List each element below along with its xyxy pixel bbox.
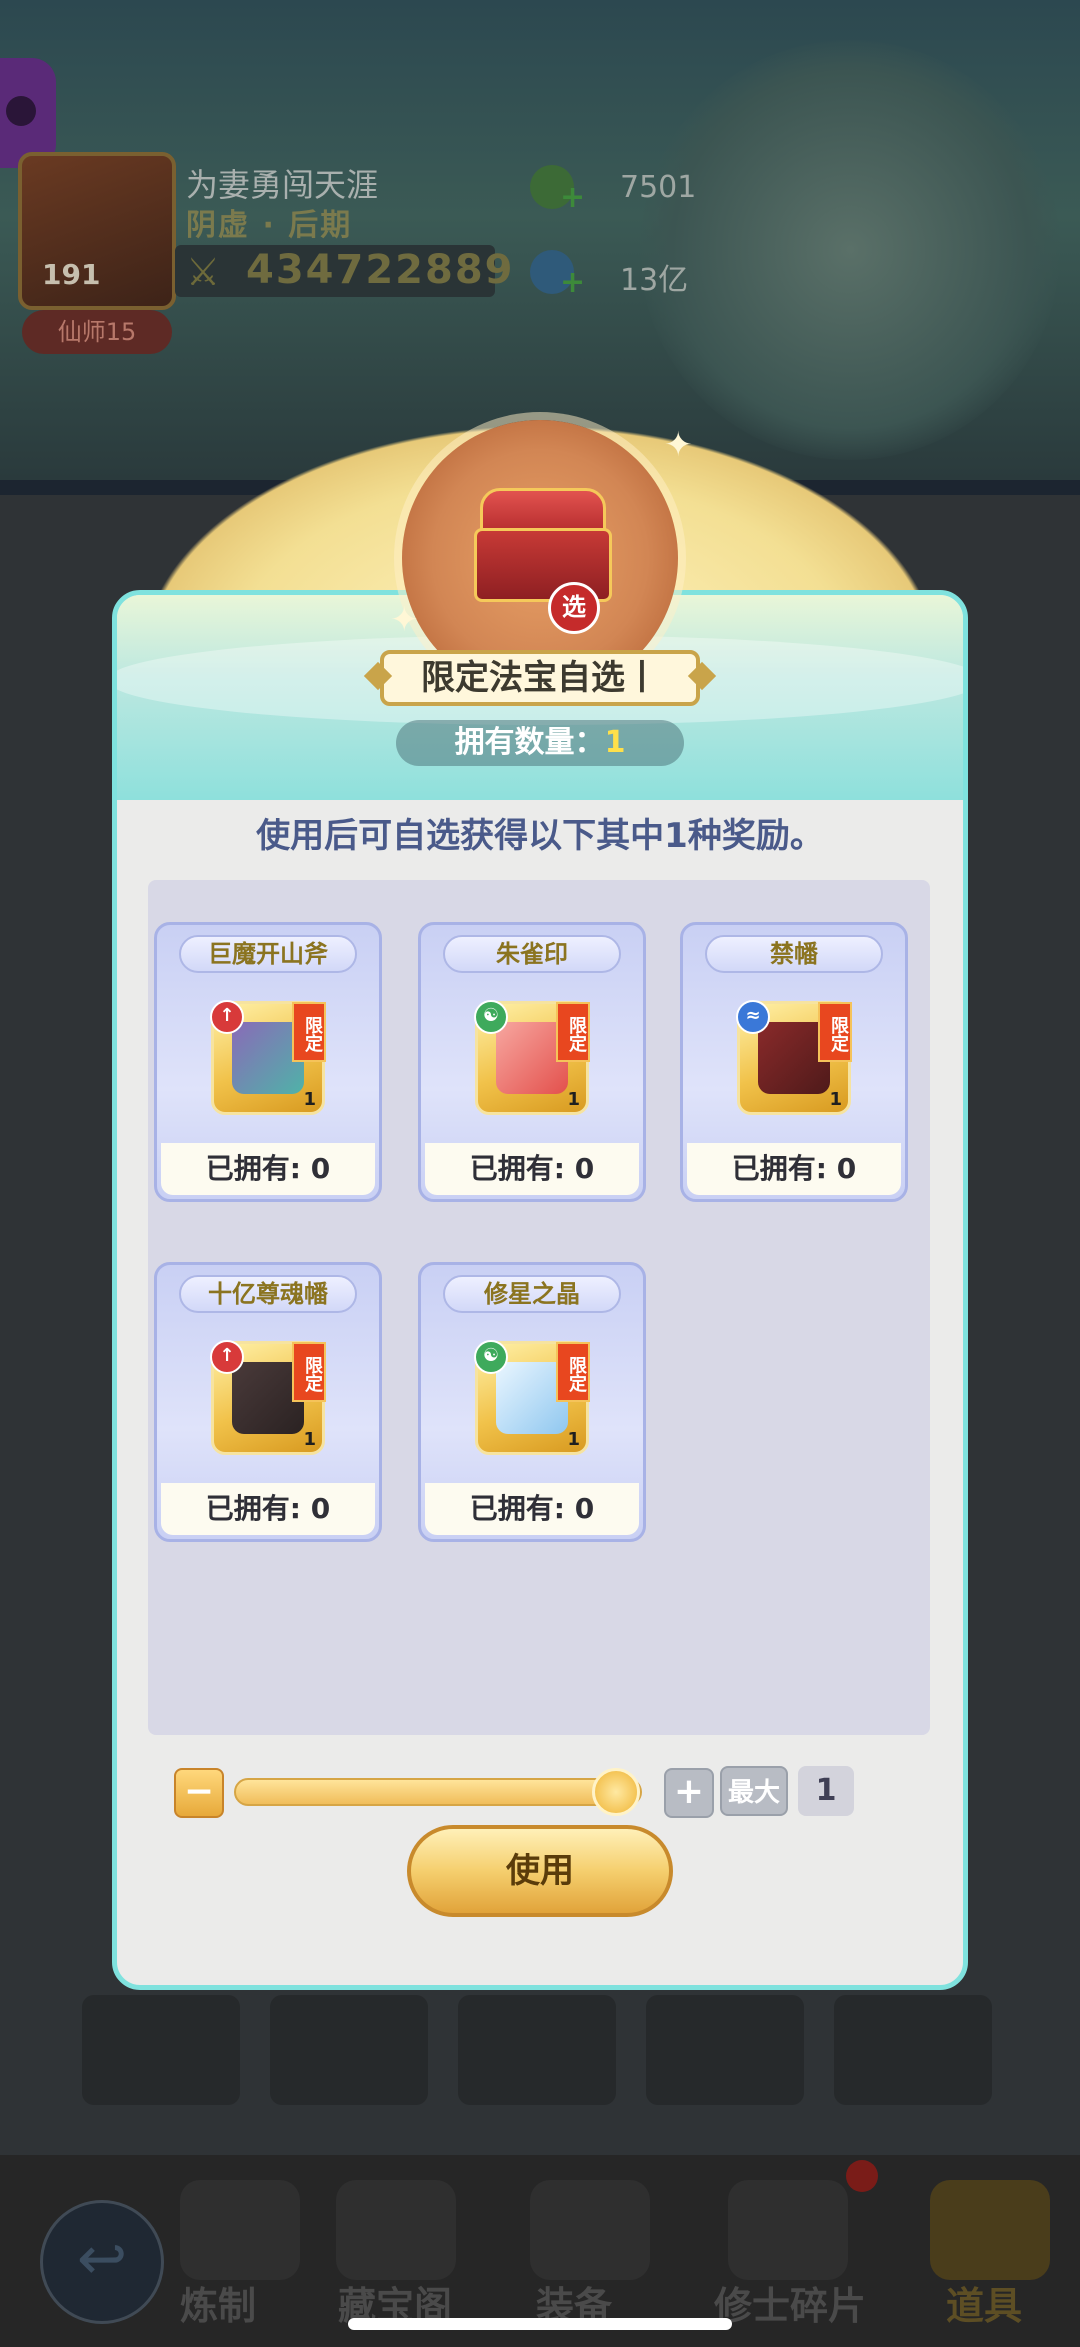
inventory-slot[interactable]	[82, 1995, 240, 2105]
reward-description: 使用后可自选获得以下其中1种奖励。	[256, 816, 824, 856]
owned-count-label: 已拥有: 0	[161, 1483, 375, 1535]
increase-button[interactable]: +	[664, 1768, 714, 1818]
reward-item: ☯ 限定 1	[474, 1000, 590, 1115]
fire-element-icon: ↑	[210, 1000, 244, 1034]
treasure-tab-icon	[336, 2180, 456, 2280]
tab-craft[interactable]: 炼制	[180, 2275, 256, 2330]
sparkle-icon: ✦	[664, 425, 693, 465]
limited-tag: 限定	[556, 1002, 590, 1062]
dialog-title: 限定法宝自选丨	[380, 650, 700, 706]
crossed-swords-icon: ⚔	[186, 250, 221, 294]
sparkle-icon: ✦	[390, 600, 419, 640]
notification-badge	[846, 2160, 878, 2192]
owned-count-label: 已拥有: 0	[425, 1143, 639, 1195]
reward-grid: 巨魔开山斧 ↑ 限定 1 已拥有: 0 朱雀印 ☯ 限定 1 已拥有: 0 禁幡	[148, 880, 930, 1735]
home-indicator[interactable]	[348, 2318, 732, 2330]
inventory-slot[interactable]	[458, 1995, 616, 2105]
spirit-stone-count: 13亿	[620, 263, 689, 298]
jade-count: 7501	[620, 170, 697, 205]
item-count: 1	[567, 1089, 580, 1110]
yinyang-element-icon: ☯	[474, 1340, 508, 1374]
reward-card[interactable]: 修星之晶 ☯ 限定 1 已拥有: 0	[418, 1262, 646, 1542]
reward-name: 巨魔开山斧	[179, 935, 357, 973]
slider-handle[interactable]	[592, 1768, 640, 1816]
reward-item: ↑ 限定 1	[210, 1340, 326, 1455]
inventory-slot[interactable]	[270, 1995, 428, 2105]
inventory-slot[interactable]	[834, 1995, 992, 2105]
limited-tag: 限定	[292, 1002, 326, 1062]
limited-tag: 限定	[556, 1342, 590, 1402]
reward-item: ≈ 限定 1	[736, 1000, 852, 1115]
add-jade-button[interactable]: +	[560, 180, 585, 215]
reward-name: 禁幡	[705, 935, 883, 973]
reward-item: ☯ 限定 1	[474, 1340, 590, 1455]
reward-item: ↑ 限定 1	[210, 1000, 326, 1115]
reward-name: 修星之晶	[443, 1275, 621, 1313]
limited-tag: 限定	[818, 1002, 852, 1062]
owned-count-label: 已拥有: 0	[161, 1143, 375, 1195]
fragments-tab-icon	[728, 2180, 848, 2280]
owned-count: 1	[604, 725, 626, 760]
water-element-icon: ≈	[736, 1000, 770, 1034]
owned-quantity: 拥有数量：1	[396, 720, 684, 766]
reward-card[interactable]: 巨魔开山斧 ↑ 限定 1 已拥有: 0	[154, 922, 382, 1202]
treasure-chest-icon	[474, 488, 612, 602]
decrease-button[interactable]: −	[174, 1768, 224, 1818]
limited-tag: 限定	[292, 1342, 326, 1402]
combat-power: 434722889	[246, 247, 515, 293]
inventory-slot[interactable]	[646, 1995, 804, 2105]
craft-tab-icon	[180, 2180, 300, 2280]
use-button[interactable]: 使用	[407, 1825, 673, 1917]
select-tag-icon: 选	[548, 582, 600, 634]
treasure-select-dialog: 选 ✦ ✦ 限定法宝自选丨 拥有数量：1 使用后可自选获得以下其中1种奖励。 巨…	[112, 360, 968, 1990]
item-count: 1	[303, 1429, 316, 1450]
items-tab-icon	[930, 2180, 1050, 2280]
rank-badge: 仙师15	[22, 310, 172, 354]
quantity-slider[interactable]	[234, 1778, 642, 1806]
menu-icon	[6, 96, 36, 126]
quantity-field[interactable]: 1	[798, 1766, 854, 1816]
fire-element-icon: ↑	[210, 1340, 244, 1374]
back-button[interactable]: ↩	[40, 2200, 164, 2324]
max-button[interactable]: 最大	[720, 1766, 788, 1816]
item-count: 1	[303, 1089, 316, 1110]
reward-name: 十亿尊魂幡	[179, 1275, 357, 1313]
reward-card[interactable]: 禁幡 ≈ 限定 1 已拥有: 0	[680, 922, 908, 1202]
player-title: 阴虚 · 后期	[186, 208, 353, 243]
reward-card[interactable]: 十亿尊魂幡 ↑ 限定 1 已拥有: 0	[154, 1262, 382, 1542]
add-spirit-stone-button[interactable]: +	[560, 265, 585, 300]
item-count: 1	[829, 1089, 842, 1110]
owned-count-label: 已拥有: 0	[425, 1483, 639, 1535]
item-count: 1	[567, 1429, 580, 1450]
owned-count-label: 已拥有: 0	[687, 1143, 901, 1195]
reward-name: 朱雀印	[443, 935, 621, 973]
equipment-tab-icon	[530, 2180, 650, 2280]
owned-label: 拥有数量：	[454, 725, 605, 760]
player-level: 191	[42, 258, 101, 291]
tab-items[interactable]: 道具	[946, 2275, 1022, 2330]
tab-fragments[interactable]: 修士碎片	[714, 2275, 866, 2330]
yinyang-element-icon: ☯	[474, 1000, 508, 1034]
reward-card[interactable]: 朱雀印 ☯ 限定 1 已拥有: 0	[418, 922, 646, 1202]
